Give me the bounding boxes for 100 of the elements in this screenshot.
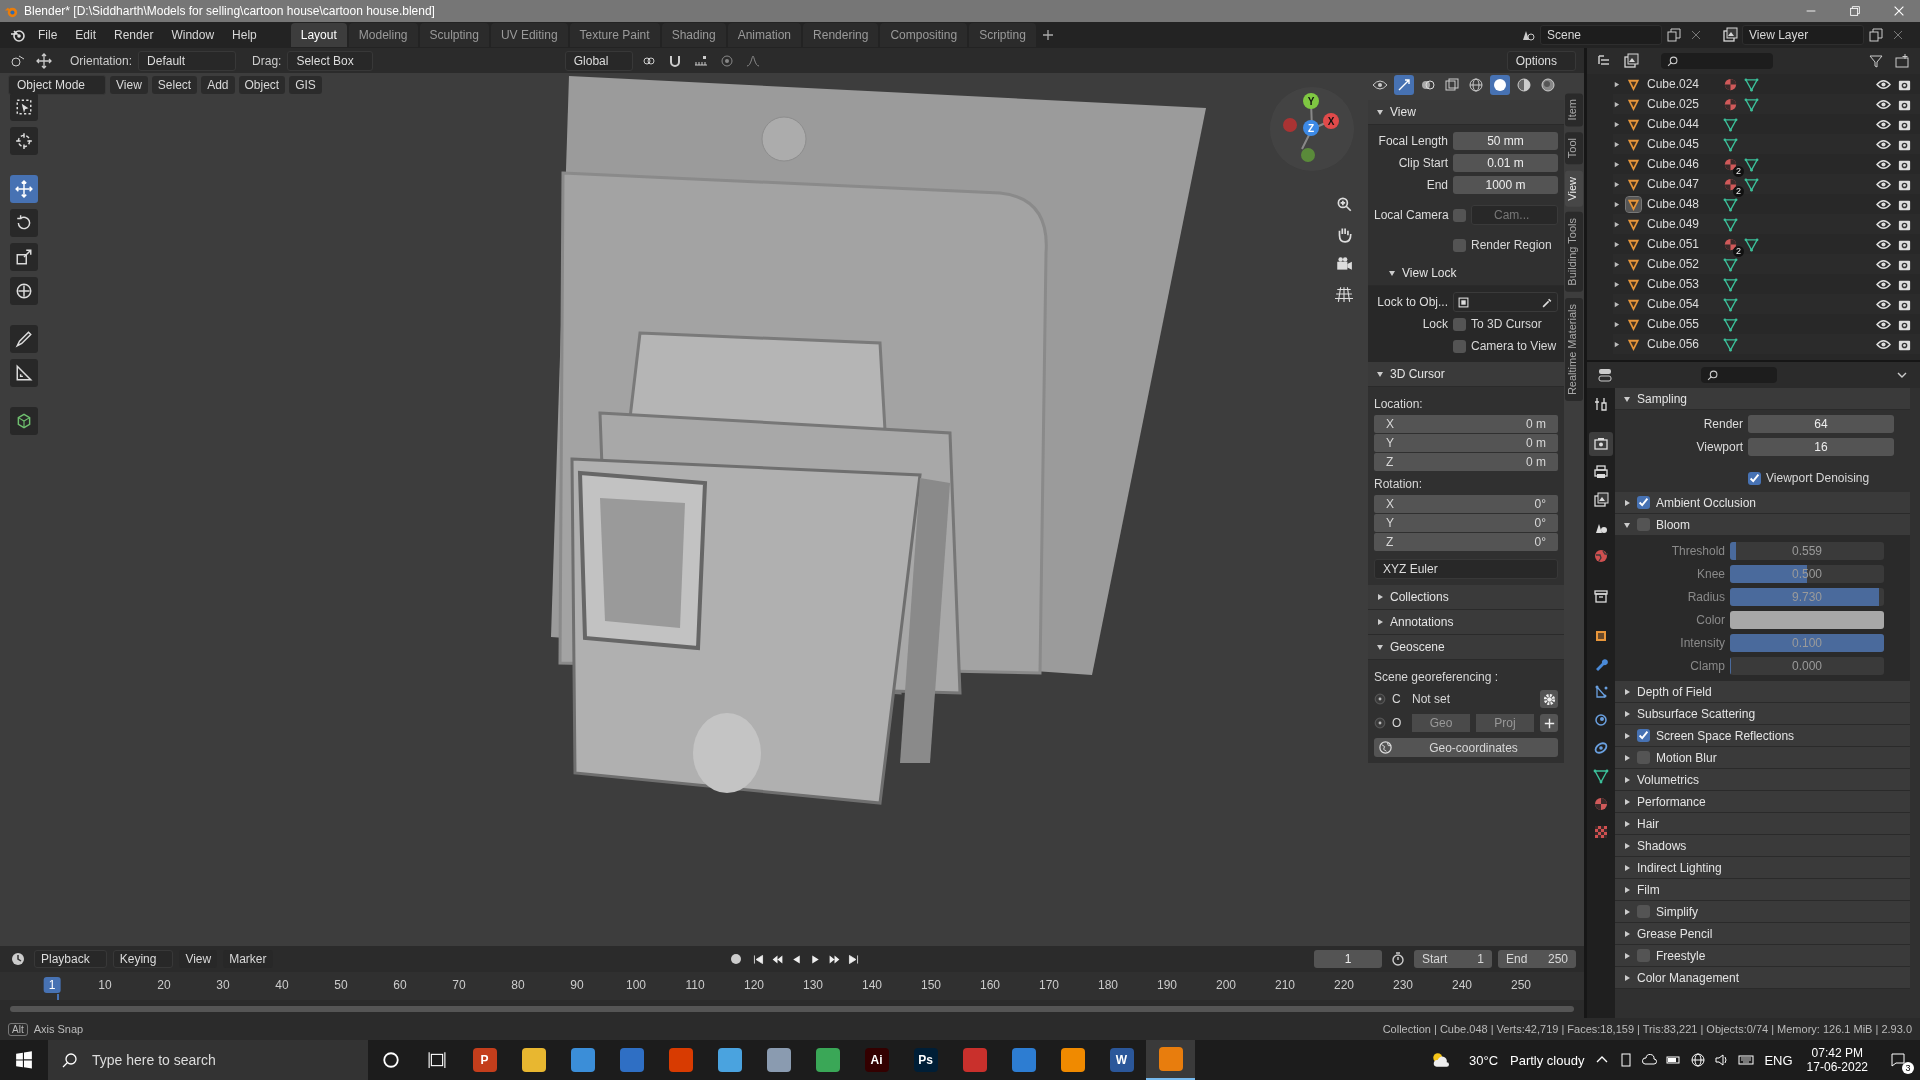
expand-arrow-icon[interactable]	[1613, 120, 1620, 128]
panel-header[interactable]: Volumetrics	[1615, 769, 1910, 791]
workspace-tab[interactable]: Scripting	[969, 23, 1036, 47]
expand-arrow-icon[interactable]	[1613, 220, 1620, 228]
number-field[interactable]: 1000 m	[1453, 176, 1558, 194]
expand-arrow-icon[interactable]	[1623, 929, 1631, 938]
panel-header[interactable]: Screen Space Reflections	[1615, 725, 1910, 747]
expand-arrow-icon[interactable]	[1613, 300, 1620, 308]
panel-header[interactable]: View	[1368, 100, 1564, 125]
taskbar-app[interactable]: Ai	[852, 1040, 901, 1080]
checkbox[interactable]	[1453, 339, 1466, 353]
add-button[interactable]	[1540, 714, 1558, 732]
taskbar-app[interactable]: P	[460, 1040, 509, 1080]
images-icon[interactable]	[1621, 51, 1641, 71]
expand-arrow-icon[interactable]	[1613, 140, 1620, 148]
menu-item[interactable]: Playback	[34, 950, 107, 968]
checkbox[interactable]	[1637, 729, 1650, 742]
number-field[interactable]: 64	[1748, 415, 1894, 433]
panel-header[interactable]: Shadows	[1615, 835, 1910, 857]
workspace-tab[interactable]: UV Editing	[490, 23, 568, 47]
material-shading-icon[interactable]	[1514, 75, 1534, 95]
panel-header[interactable]: Motion Blur	[1615, 747, 1910, 769]
panel-header[interactable]: Indirect Lighting	[1615, 857, 1910, 879]
expand-arrow-icon[interactable]	[1613, 100, 1620, 108]
workspace-tab[interactable]: Shading	[661, 23, 726, 47]
sidebar-tab[interactable]: Item	[1565, 93, 1583, 127]
search-field[interactable]	[1701, 367, 1777, 383]
copy-icon[interactable]	[1866, 25, 1886, 45]
tool-button[interactable]	[10, 407, 38, 435]
checkbox[interactable]	[1637, 949, 1650, 962]
scrollbar[interactable]	[10, 1006, 1574, 1012]
jump-end-icon[interactable]	[847, 952, 861, 966]
navigation-gizmo[interactable]: X Y Z	[1270, 87, 1354, 171]
menu-item[interactable]: File	[30, 25, 66, 45]
checkbox[interactable]	[1637, 751, 1650, 764]
menu-item[interactable]: Object	[238, 76, 286, 94]
menu-item[interactable]: Render	[106, 25, 162, 45]
menu-item[interactable]: Help	[224, 25, 265, 45]
number-field[interactable]: Z 0 m	[1374, 453, 1558, 471]
menu-item[interactable]: View	[179, 950, 218, 968]
number-field[interactable]: X 0 m	[1374, 415, 1558, 433]
expand-arrow-icon[interactable]	[1623, 819, 1631, 828]
panel-header[interactable]: Freestyle	[1615, 945, 1910, 967]
images-icon[interactable]	[1720, 25, 1740, 45]
number-field[interactable]: 16	[1748, 438, 1894, 456]
rotation-mode-dropdown[interactable]: XYZ Euler	[1374, 559, 1558, 579]
wireframe-shading-icon[interactable]	[1466, 75, 1486, 95]
number-field[interactable]: X 0°	[1374, 495, 1558, 513]
properties-tab[interactable]	[1589, 432, 1613, 456]
gizmo-toggle-icon[interactable]	[1394, 75, 1414, 95]
clock-date[interactable]: 17-06-2022	[1806, 1060, 1868, 1074]
current-frame-field[interactable]: 1	[1314, 950, 1382, 968]
expand-arrow-icon[interactable]	[1376, 618, 1384, 626]
clock-time[interactable]: 07:42 PM	[1811, 1046, 1863, 1060]
view-layer-field[interactable]: View Layer	[1742, 25, 1864, 45]
menu-item[interactable]: Marker	[223, 950, 273, 968]
expand-arrow-icon[interactable]	[1613, 340, 1620, 348]
expand-arrow-icon[interactable]	[1613, 160, 1620, 168]
panel-header[interactable]: Color Management	[1615, 967, 1910, 989]
panel-header[interactable]: Simplify	[1615, 901, 1910, 923]
workspace-tab[interactable]: Rendering	[803, 23, 879, 47]
panel-header[interactable]: Film	[1615, 879, 1910, 901]
expand-arrow-icon[interactable]	[1613, 180, 1620, 188]
eyedropper-icon[interactable]	[1542, 296, 1553, 308]
checkbox[interactable]	[1453, 208, 1466, 222]
menu-item[interactable]: Window	[163, 25, 223, 45]
panel-header[interactable]: Sampling	[1615, 388, 1910, 410]
menu-item[interactable]: Select	[151, 76, 198, 94]
panel-header[interactable]: Collections	[1368, 585, 1564, 610]
checkbox[interactable]	[1453, 317, 1466, 331]
expand-arrow-icon[interactable]	[1623, 394, 1631, 403]
slider[interactable]: 0.559	[1730, 542, 1884, 560]
menu-item[interactable]: Add	[201, 76, 235, 94]
taskbar-app[interactable]	[1146, 1040, 1195, 1080]
workspace-tab[interactable]: Compositing	[880, 23, 968, 47]
expand-arrow-icon[interactable]	[1623, 841, 1631, 850]
panel-header[interactable]: Grease Pencil	[1615, 923, 1910, 945]
orientation-dropdown[interactable]: Default	[138, 50, 237, 71]
sidebar-tab[interactable]: View	[1565, 170, 1583, 207]
panel-header[interactable]: Subsurface Scattering	[1615, 703, 1910, 725]
expand-arrow-icon[interactable]	[1613, 80, 1620, 88]
mode-dropdown[interactable]: Object Mode	[8, 75, 106, 95]
scene-field[interactable]: Scene	[1540, 25, 1662, 45]
zoom-icon[interactable]	[1335, 195, 1353, 213]
expand-arrow-icon[interactable]	[1623, 731, 1631, 740]
expand-arrow-icon[interactable]	[1613, 320, 1620, 328]
number-field[interactable]: 0.01 m	[1453, 154, 1558, 172]
expand-arrow-icon[interactable]	[1623, 753, 1631, 762]
grid-icon[interactable]	[1335, 285, 1353, 303]
search-field[interactable]	[1661, 53, 1773, 69]
number-field[interactable]: Z 0°	[1374, 533, 1558, 551]
object-field[interactable]	[1453, 292, 1558, 312]
workspace-tab[interactable]: Animation	[727, 23, 802, 47]
slider[interactable]: 0.000	[1730, 657, 1884, 675]
panel-header[interactable]: Depth of Field	[1615, 681, 1910, 703]
taskbar-app[interactable]: Ps	[901, 1040, 950, 1080]
expand-arrow-icon[interactable]	[1623, 797, 1631, 806]
expand-arrow-icon[interactable]	[1613, 260, 1620, 268]
panel-header[interactable]: Performance	[1615, 791, 1910, 813]
panel-header[interactable]: Geoscene	[1368, 635, 1564, 660]
